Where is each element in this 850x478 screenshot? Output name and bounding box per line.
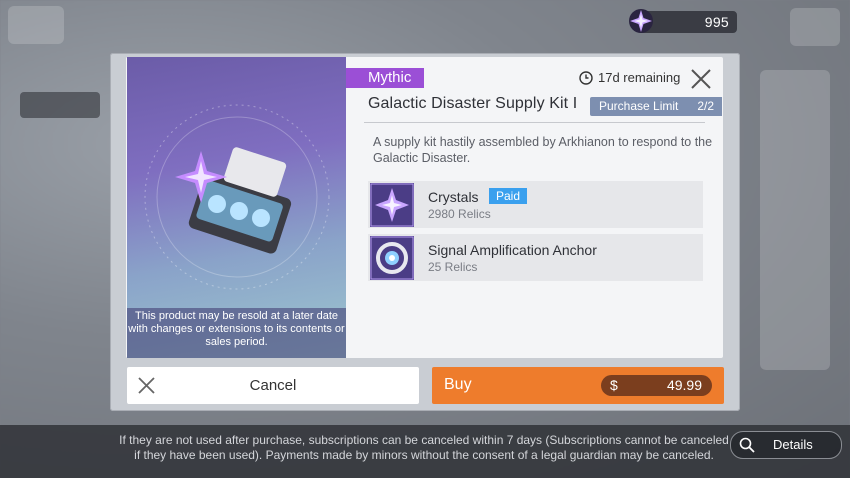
background-button (790, 8, 840, 46)
clock-icon (579, 70, 593, 85)
time-remaining: 17d remaining (579, 70, 680, 85)
buy-button[interactable]: Buy $ 49.99 (432, 367, 724, 404)
list-item: Signal Amplification Anchor 25 Relics (368, 234, 703, 281)
details-button[interactable]: Details (730, 431, 842, 459)
search-icon (739, 437, 755, 453)
price-tag: $ 49.99 (601, 375, 712, 396)
paid-badge: Paid (489, 188, 528, 204)
currency-display: 995 (629, 9, 737, 33)
crystal-star-icon (370, 183, 414, 227)
crystal-star-icon (629, 9, 653, 33)
product-title: Galactic Disaster Supply Kit I (368, 95, 578, 112)
details-label: Details (773, 437, 813, 452)
background-tab (20, 92, 100, 118)
cancel-label: Cancel (249, 377, 297, 394)
currency-amount: 995 (704, 14, 729, 30)
item-amount: 25 Relics (428, 260, 478, 274)
subscription-note: If they are not used after purchase, sub… (119, 433, 729, 462)
purchase-limit: Purchase Limit 2/2 (590, 97, 722, 116)
time-remaining-text: 17d remaining (598, 70, 681, 85)
divider (364, 122, 705, 123)
item-amount: 2980 Relics (428, 207, 491, 221)
footer-bar: If they are not used after purchase, sub… (0, 425, 850, 478)
product-description: A supply kit hastily assembled by Arkhia… (373, 135, 713, 165)
price-amount: 49.99 (666, 377, 702, 393)
resold-note: This product may be resold at a later da… (127, 308, 346, 358)
list-item: Crystals Paid 2980 Relics (368, 181, 703, 228)
cancel-button[interactable]: Cancel (127, 367, 419, 404)
buy-label: Buy (444, 376, 472, 393)
item-name: Crystals (428, 189, 479, 205)
purchase-limit-value: 2/2 (697, 99, 714, 113)
item-name: Signal Amplification Anchor (428, 242, 597, 258)
background-card (760, 70, 830, 370)
price-currency: $ (610, 377, 618, 393)
anchor-orb-icon (370, 236, 414, 280)
supply-kit-illustration (144, 104, 330, 290)
background-button (8, 6, 64, 44)
close-icon[interactable] (689, 67, 713, 91)
product-art: This product may be resold at a later da… (127, 57, 346, 358)
purchase-limit-label: Purchase Limit (599, 99, 679, 113)
rarity-badge: Mythic (346, 68, 424, 88)
